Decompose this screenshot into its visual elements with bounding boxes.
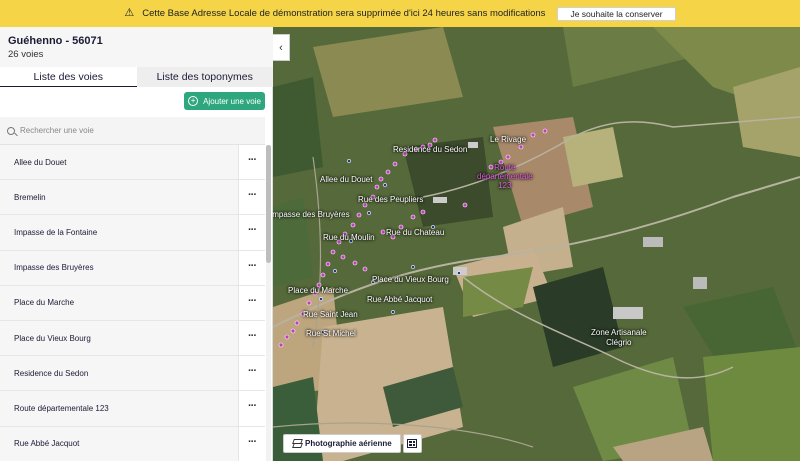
tab-toponymes[interactable]: Liste des toponymes [136, 67, 273, 87]
map-label-residence-sedon: Residence du Sedon [393, 145, 468, 154]
map-label-route-line: départementale [477, 172, 533, 182]
commune-header: Guéhenno - 56071 26 voies [0, 27, 273, 67]
more-options-icon[interactable]: ··· [238, 391, 265, 426]
map-label-rue-moulin: Rue du Moulin [323, 233, 375, 242]
add-voie-button[interactable]: + Ajouter une voie [184, 92, 265, 110]
map-label-rue-peupliers: Rue des Peupliers [358, 195, 424, 204]
warning-icon: ⚠ [124, 7, 135, 19]
more-options-icon[interactable]: ··· [238, 426, 265, 461]
voie-name[interactable]: Bremelin [0, 180, 238, 215]
map-label-place-marche: Place du Marche [288, 286, 349, 295]
search-icon [7, 126, 15, 135]
list-item: Impasse de la Fontaine ··· [0, 215, 265, 251]
list-scrollbar[interactable] [266, 145, 271, 461]
tabs: Liste des voies Liste des toponymes [0, 67, 273, 87]
map-style-controls: Photographie aérienne [283, 434, 422, 453]
map-label-impasse-bruyeres: Impasse des Bruyères [273, 210, 350, 219]
demo-banner: ⚠ Cette Base Adresse Locale de démonstra… [0, 0, 800, 27]
tab-voies[interactable]: Liste des voies [0, 67, 137, 87]
scrollbar-thumb[interactable] [266, 145, 271, 263]
list-item: Bremelin ··· [0, 180, 265, 216]
map-label-rue-saint-jean: Rue Saint Jean [303, 310, 358, 319]
more-options-icon[interactable]: ··· [238, 356, 265, 391]
banner-message: Cette Base Adresse Locale de démonstrati… [142, 8, 546, 19]
aerial-photo-button[interactable]: Photographie aérienne [283, 434, 401, 453]
map-label-route-departementale: Route départementale 123 [477, 163, 533, 191]
voie-name[interactable]: Residence du Sedon [0, 356, 238, 391]
list-item: Residence du Sedon ··· [0, 356, 265, 392]
aerial-imagery [273, 27, 800, 461]
voie-name[interactable]: Impasse des Bruyères [0, 250, 238, 285]
keep-bal-button[interactable]: Je souhaite la conserver [557, 6, 676, 21]
map-label-rue-abbe-jacquot: Rue Abbé Jacquot [367, 295, 433, 304]
voies-list: Allee du Douet ··· Bremelin ··· Impasse … [0, 145, 265, 461]
sidebar: Guéhenno - 56071 26 voies Liste des voie… [0, 27, 273, 461]
commune-title: Guéhenno - 56071 [8, 35, 103, 47]
cadastre-icon [407, 439, 418, 448]
list-item: Allee du Douet ··· [0, 145, 265, 181]
more-options-icon[interactable]: ··· [238, 180, 265, 215]
list-item: Impasse des Bruyères ··· [0, 250, 265, 286]
cadastre-toggle-button[interactable] [402, 434, 422, 453]
map-label-le-rivage: Le Rivage [490, 135, 527, 144]
voie-name[interactable]: Rue Abbé Jacquot [0, 426, 238, 461]
voie-name[interactable]: Impasse de la Fontaine [0, 215, 238, 250]
add-voie-label: Ajouter une voie [203, 96, 261, 106]
map-label-allee-douet: Allee du Douet [320, 175, 373, 184]
more-options-icon[interactable]: ··· [238, 145, 265, 180]
more-options-icon[interactable]: ··· [238, 285, 265, 320]
collapse-sidebar-button[interactable]: ‹ [273, 34, 290, 61]
map-label-zone-line: Zone Artisanale [591, 328, 647, 337]
voies-count: 26 voies [8, 49, 44, 60]
list-item: Place du Marche ··· [0, 285, 265, 321]
search-voie-input[interactable] [20, 126, 250, 135]
chevron-left-icon: ‹ [279, 41, 283, 54]
aerial-photo-label: Photographie aérienne [305, 439, 392, 448]
voie-name[interactable]: Place du Vieux Bourg [0, 320, 238, 356]
plus-circle-icon: + [188, 96, 199, 106]
map-view[interactable]: Le Rivage Residence du Sedon Route dépar… [273, 27, 800, 461]
map-label-zone-line: Clégrio [606, 337, 632, 347]
voie-name[interactable]: Place du Marche [0, 285, 238, 320]
voie-name[interactable]: Allee du Douet [0, 145, 238, 180]
map-label-route-line: Route [494, 163, 516, 172]
map-label-rue-chateau: Rue du Chateau [386, 228, 445, 237]
map-label-place-vieux-bourg: Place du Vieux Bourg [372, 275, 449, 284]
list-item: Place du Vieux Bourg ··· [0, 320, 265, 357]
more-options-icon[interactable]: ··· [238, 320, 265, 356]
add-voie-row: + Ajouter une voie [0, 87, 273, 117]
more-options-icon[interactable]: ··· [238, 215, 265, 250]
map-label-route-line: 123 [498, 181, 512, 191]
layers-icon [292, 439, 301, 448]
search-bar [0, 117, 265, 145]
voie-name[interactable]: Route départementale 123 [0, 391, 238, 426]
list-item: Route départementale 123 ··· [0, 391, 265, 427]
map-label-rue-st-michel: Rue St Michel [306, 329, 356, 338]
more-options-icon[interactable]: ··· [238, 250, 265, 285]
map-label-zone-artisanale: Zone Artisanale Clégrio [591, 328, 647, 347]
list-item: Rue Abbé Jacquot ··· [0, 426, 265, 461]
